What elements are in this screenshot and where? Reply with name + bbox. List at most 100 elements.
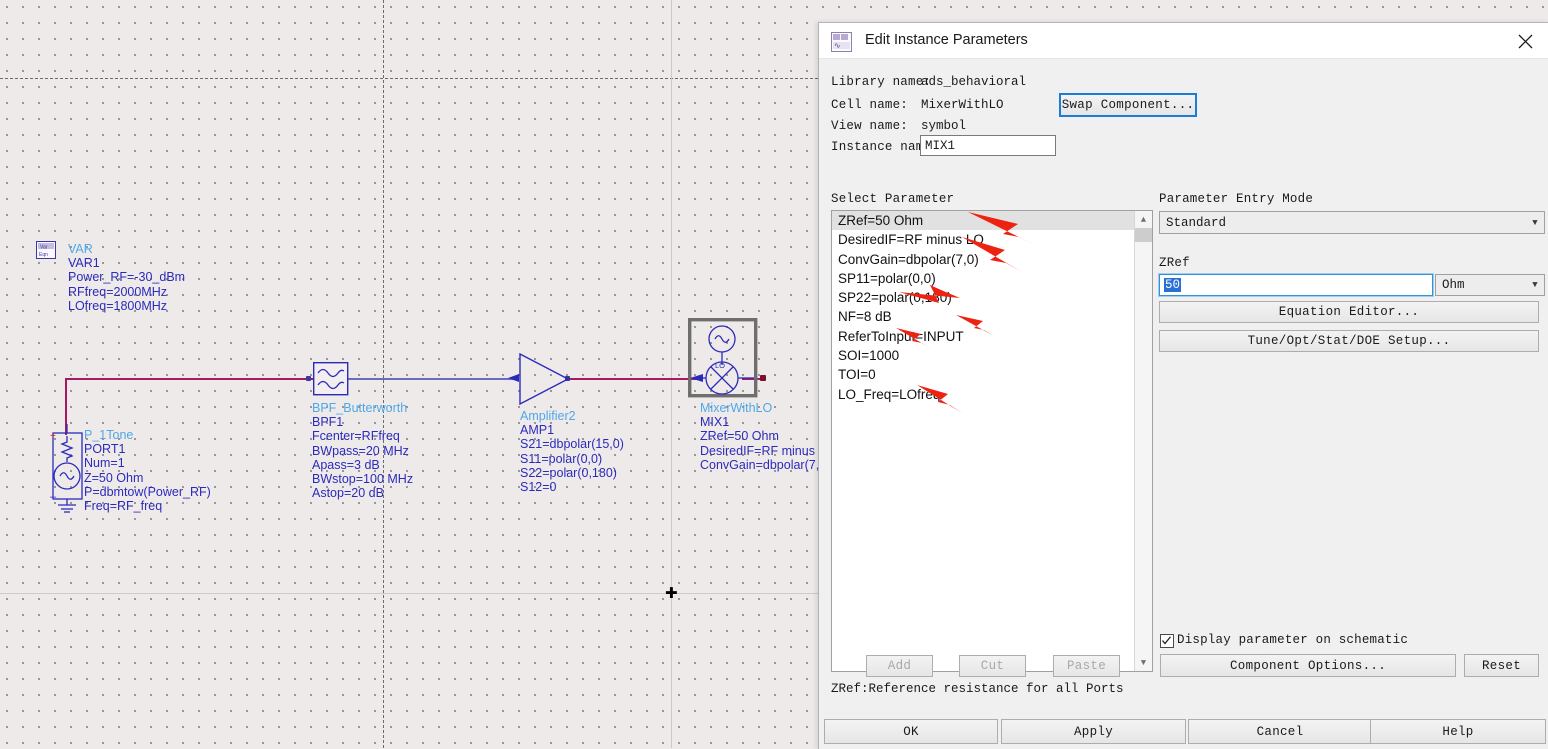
wire-node-bpf-in [306,376,311,381]
svg-text:+: + [50,431,56,442]
amp-input-arrow-icon [508,374,519,382]
wire-bpf-to-amp[interactable] [348,378,518,380]
param-unit-select[interactable]: Ohm ▼ [1435,274,1545,296]
mixer-input-arrow-icon [690,374,703,382]
bpf-param-fcenter: Fcenter=RFfreq [312,429,400,444]
chevron-down-icon: ▼ [1532,217,1538,228]
param-value-text: 50 [1164,278,1182,292]
bpf-param-astop: Astop=20 dB [312,486,384,501]
component-var[interactable]: Var Eqn [36,241,56,264]
add-button[interactable]: Add [866,655,933,677]
component-mixer-labels: MixerWithLO MIX1 ZRef=50 Ohm DesiredIF=R… [700,401,818,472]
var-param-power: Power_RF=-30_dBm [68,270,186,285]
bpf-param-bwpass: BWpass=20 MHz [312,443,409,458]
swap-component-button[interactable]: Swap Component... [1059,93,1197,117]
edit-instance-parameters-dialog[interactable]: ∿ Edit Instance Parameters Library name:… [818,22,1548,749]
library-name-label: Library name: [831,75,932,89]
display-parameter-checkbox[interactable] [1160,634,1174,648]
view-name-value: symbol [921,119,967,133]
var-param-lofreq: LOfreq=1800MHz [68,298,168,313]
display-parameter-label: Display parameter on schematic [1177,633,1409,647]
ok-button[interactable]: OK [824,719,998,744]
tune-opt-stat-doe-setup-button[interactable]: Tune/Opt/Stat/DOE Setup... [1159,330,1539,352]
parameter-hint-text: ZRef:Reference resistance for all Ports [831,682,1124,696]
crosshair-cursor: ✚ [665,584,678,602]
bpf-param-apass: Apass=3 dB [312,457,380,472]
help-button[interactable]: Help [1370,719,1546,744]
scrollbar-thumb[interactable] [1135,228,1152,242]
mixer-lo-label: LO [715,361,725,370]
parameter-list-item[interactable]: ReferToInput=INPUT [832,327,1135,346]
amp-instance-name: AMP1 [520,423,555,438]
p1tone-param-z: Z=50 Ohm [84,470,144,485]
p1tone-instance-name: PORT1 [84,442,126,457]
component-mixer[interactable]: LO [688,318,758,403]
parameter-list-item[interactable]: ZRef=50 Ohm [832,211,1135,231]
scroll-down-icon[interactable]: ▼ [1135,654,1152,671]
mixer-instance-name: MIX1 [700,415,730,430]
var-cell-name: VAR [68,242,93,256]
reset-button[interactable]: Reset [1464,654,1539,677]
amp-param-s22: S22=polar(0,180) [520,465,617,480]
close-icon[interactable] [1503,23,1548,58]
component-var-labels: VAR VAR1 Power_RF=-30_dBm RFfreq=2000MHz… [68,242,185,313]
cancel-button[interactable]: Cancel [1188,719,1372,744]
view-name-label: View name: [831,119,909,133]
component-options-button[interactable]: Component Options... [1160,654,1456,677]
param-unit-value: Ohm [1442,278,1465,292]
cell-name-value: MixerWithLO [921,98,1004,112]
mixer-cell-name: MixerWithLO [700,401,773,415]
library-name-value: ads_behavioral [921,75,1027,89]
parameter-list-scrollbar[interactable]: ▲ ▼ [1134,211,1152,671]
p1tone-param-num: Num=1 [84,456,125,471]
parameter-list-item[interactable]: TOI=0 [832,365,1135,384]
component-p1tone-labels: P_1Tone PORT1 Num=1 Z=50 Ohm P=dbmtow(Po… [84,428,211,513]
mixer-param-zref: ZRef=50 Ohm [700,429,779,444]
svg-text:Eqn: Eqn [39,252,48,258]
equation-editor-button[interactable]: Equation Editor... [1159,301,1539,323]
parameter-list-item[interactable]: NF=8 dB [832,307,1135,326]
parameter-list[interactable]: ZRef=50 Ohm DesiredIF=RF minus LO ConvGain… [831,210,1153,672]
wire-node-mixer-out [760,375,766,381]
parameter-list-item[interactable]: SP22=polar(0,180) [832,288,1135,307]
p1tone-cell-name: P_1Tone [84,428,134,442]
cursor-guide-horizontal [0,593,818,594]
amp-param-s11: S11=polar(0,0) [520,451,603,466]
bpf-cell-name: BPF_Butterworth [312,401,408,415]
mixer-param-convgain: ConvGain=dbpolar(7,0) [700,457,818,472]
component-amplifier[interactable] [518,352,570,412]
chevron-down-icon: ▼ [1532,280,1538,290]
p1tone-param-freq: Freq=RF_freq [84,499,163,514]
apply-button[interactable]: Apply [1001,719,1186,744]
amplifier-triangle-icon [519,352,570,406]
cursor-guide-vertical [671,0,672,748]
parameter-entry-mode-select[interactable]: Standard ▼ [1159,211,1545,234]
amp-param-s12: S12=0 [520,480,557,495]
component-bpf-labels: BPF_Butterworth BPF1 Fcenter=RFfreq BWpa… [312,401,413,500]
cut-button[interactable]: Cut [959,655,1026,677]
wire-port-to-bpf[interactable] [65,378,315,380]
page-boundary-vertical [383,0,384,748]
parameter-entry-mode-label: Parameter Entry Mode [1159,192,1314,206]
instance-name-input[interactable]: MIX1 [920,135,1056,156]
amp-param-s21: S21=dbpolar(15,0) [520,437,624,452]
parameter-list-item[interactable]: SP11=polar(0,0) [832,269,1135,288]
svg-text:Var: Var [40,245,48,251]
dialog-titlebar: ∿ Edit Instance Parameters [819,23,1548,59]
param-name-label: ZRef [1159,256,1190,270]
mixer-param-desiredif: DesiredIF=RF minus LO [700,443,818,458]
scroll-up-icon[interactable]: ▲ [1135,211,1152,228]
parameter-entry-mode-value: Standard [1166,215,1227,230]
paste-button[interactable]: Paste [1053,655,1120,677]
component-amplifier-labels: Amplifier2 AMP1 S21=dbpolar(15,0) S11=po… [520,409,624,494]
parameter-list-item[interactable]: DesiredIF=RF minus LO [832,230,1135,249]
var-param-rffreq: RFfreq=2000MHz [68,284,167,299]
wire-amp-to-mixer[interactable] [568,378,703,380]
parameter-list-item[interactable]: ConvGain=dbpolar(7,0) [832,250,1135,269]
param-value-input[interactable]: 50 [1158,273,1434,297]
parameter-list-item[interactable]: SOI=1000 [832,346,1135,365]
component-bpf[interactable] [312,361,349,401]
bpf-param-bwstop: BWstop=100 MHz [312,472,414,487]
var-symbol-icon: Var Eqn [36,241,56,259]
parameter-list-item[interactable]: LO_Freq=LOfreq [832,385,1135,404]
